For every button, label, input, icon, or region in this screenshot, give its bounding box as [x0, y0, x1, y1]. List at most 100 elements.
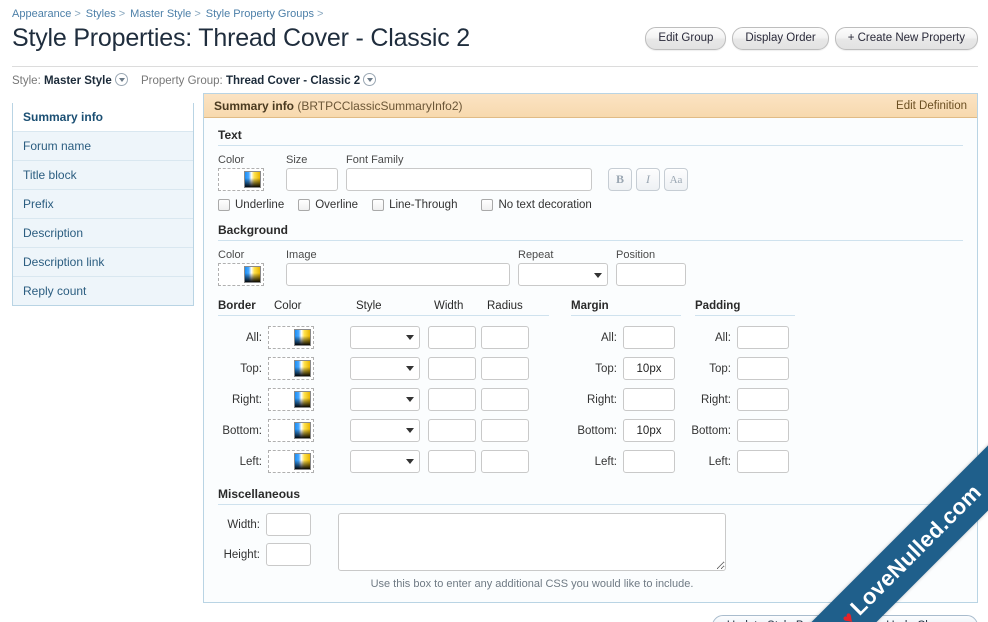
breadcrumb-item-style-property-groups[interactable]: Style Property Groups: [206, 8, 314, 20]
padding-right-input[interactable]: [737, 388, 789, 411]
border-column: All: Top: Right: Bottom: Left:: [218, 318, 543, 473]
border-all-color-picker[interactable]: [268, 326, 314, 349]
sidebar-item-summary-info[interactable]: Summary info: [13, 103, 193, 132]
border-right-width-input[interactable]: [428, 388, 476, 411]
text-transform-button[interactable]: Aa: [664, 168, 688, 191]
checkbox-icon[interactable]: [218, 199, 230, 211]
border-right-style-select[interactable]: [350, 388, 420, 411]
breadcrumb-item-styles[interactable]: Styles: [86, 8, 116, 20]
border-left-style-select[interactable]: [350, 450, 420, 473]
breadcrumb-item-master-style[interactable]: Master Style: [130, 8, 191, 20]
sidebar-item-title-block[interactable]: Title block: [13, 161, 193, 190]
margin-bottom-input[interactable]: [623, 419, 675, 442]
border-bottom-radius-input[interactable]: [481, 419, 529, 442]
color-swatch-icon: [294, 453, 311, 470]
padding-left-input[interactable]: [737, 450, 789, 473]
text-format-buttons: B I Aa: [608, 168, 688, 191]
overline-checkbox-item[interactable]: Overline: [298, 199, 358, 211]
style-dropdown-chevron-down-icon[interactable]: [114, 73, 128, 86]
color-swatch-icon: [244, 266, 261, 283]
margin-top-label: Top:: [595, 362, 617, 375]
border-bottom-color-picker[interactable]: [268, 419, 314, 442]
checkbox-icon[interactable]: [372, 199, 385, 211]
main-layout: Summary info Forum name Title block Pref…: [0, 93, 988, 603]
border-bottom-width-input[interactable]: [428, 419, 476, 442]
margin-all-input[interactable]: [623, 326, 675, 349]
text-size-label: Size: [286, 154, 308, 166]
background-image-input[interactable]: [286, 263, 510, 286]
sidebar-item-prefix[interactable]: Prefix: [13, 190, 193, 219]
style-label: Style:: [12, 75, 41, 87]
border-margin-padding-grid: All: Top: Right: Bottom: Left: All: Top:…: [218, 318, 963, 473]
padding-bottom-label: Bottom:: [691, 424, 731, 437]
margin-all-label: All:: [601, 331, 617, 344]
background-image-label: Image: [286, 249, 317, 261]
border-right-radius-input[interactable]: [481, 388, 529, 411]
padding-right-label: Right:: [700, 393, 731, 406]
display-order-button[interactable]: Display Order: [732, 27, 829, 50]
margin-top-input[interactable]: [623, 357, 675, 380]
border-top-style-select[interactable]: [350, 357, 420, 380]
checkbox-icon[interactable]: [298, 199, 311, 211]
padding-all-input[interactable]: [737, 326, 789, 349]
text-color-picker[interactable]: [218, 168, 264, 191]
background-color-picker[interactable]: [218, 263, 264, 286]
border-right-color-picker[interactable]: [268, 388, 314, 411]
line-through-checkbox-item[interactable]: Line-Through: [372, 199, 457, 211]
margin-heading: Margin: [571, 300, 681, 316]
update-style-properties-button[interactable]: Update Style Properties: [711, 615, 864, 622]
breadcrumb-separator: >: [74, 8, 81, 20]
create-new-property-button[interactable]: + Create New Property: [834, 27, 978, 50]
border-top-color-picker[interactable]: [268, 357, 314, 380]
misc-height-input[interactable]: [266, 543, 311, 566]
background-position-input[interactable]: [616, 263, 686, 286]
sidebar-item-reply-count[interactable]: Reply count: [13, 277, 193, 305]
background-repeat-label: Repeat: [518, 249, 554, 261]
border-left-color-picker[interactable]: [268, 450, 314, 473]
misc-width-input[interactable]: [266, 513, 311, 536]
background-repeat-select[interactable]: [518, 263, 608, 286]
checkbox-icon[interactable]: [481, 199, 494, 211]
panel-body: Text Color Size Font Family B I Aa Under…: [204, 118, 977, 602]
edit-group-button[interactable]: Edit Group: [645, 27, 727, 50]
breadcrumb-item-appearance[interactable]: Appearance: [12, 8, 71, 20]
border-left-radius-input[interactable]: [481, 450, 529, 473]
text-size-input[interactable]: [286, 168, 338, 191]
sidebar-item-description[interactable]: Description: [13, 219, 193, 248]
border-row-all: All:: [218, 326, 543, 349]
border-bottom-style-select[interactable]: [350, 419, 420, 442]
margin-right-label: Right:: [586, 393, 617, 406]
sidebar-item-forum-name[interactable]: Forum name: [13, 132, 193, 161]
edit-definition-link[interactable]: Edit Definition: [896, 100, 967, 112]
background-position-group: Position: [616, 249, 686, 286]
border-all-radius-input[interactable]: [481, 326, 529, 349]
padding-top-input[interactable]: [737, 357, 789, 380]
border-left-width-input[interactable]: [428, 450, 476, 473]
border-top-radius-input[interactable]: [481, 357, 529, 380]
custom-css-textarea[interactable]: [338, 513, 726, 571]
selector-row: Style: Master Style Property Group: Thre…: [0, 67, 988, 93]
bold-button[interactable]: B: [608, 168, 632, 191]
property-group-dropdown-chevron-down-icon[interactable]: [363, 73, 377, 86]
padding-row-right: Right:: [689, 388, 789, 411]
background-color-group: Color: [218, 249, 278, 286]
border-all-style-select[interactable]: [350, 326, 420, 349]
border-all-width-input[interactable]: [428, 326, 476, 349]
color-swatch-icon: [294, 391, 311, 408]
no-text-decoration-checkbox-item[interactable]: No text decoration: [481, 199, 592, 211]
margin-left-input[interactable]: [623, 450, 675, 473]
border-top-width-input[interactable]: [428, 357, 476, 380]
panel-title: Summary info: [214, 98, 295, 113]
padding-bottom-input[interactable]: [737, 419, 789, 442]
margin-right-input[interactable]: [623, 388, 675, 411]
padding-all-label: All:: [715, 331, 731, 344]
padding-row-bottom: Bottom:: [689, 419, 789, 442]
margin-left-label: Left:: [594, 455, 617, 468]
border-left-label: Left:: [239, 455, 262, 468]
border-top-label: Top:: [240, 362, 262, 375]
italic-button[interactable]: I: [636, 168, 660, 191]
font-family-input[interactable]: [346, 168, 592, 191]
underline-checkbox-item[interactable]: Underline: [218, 199, 284, 211]
undo-changes-button[interactable]: Undo Changes: [871, 615, 978, 622]
sidebar-item-description-link[interactable]: Description link: [13, 248, 193, 277]
